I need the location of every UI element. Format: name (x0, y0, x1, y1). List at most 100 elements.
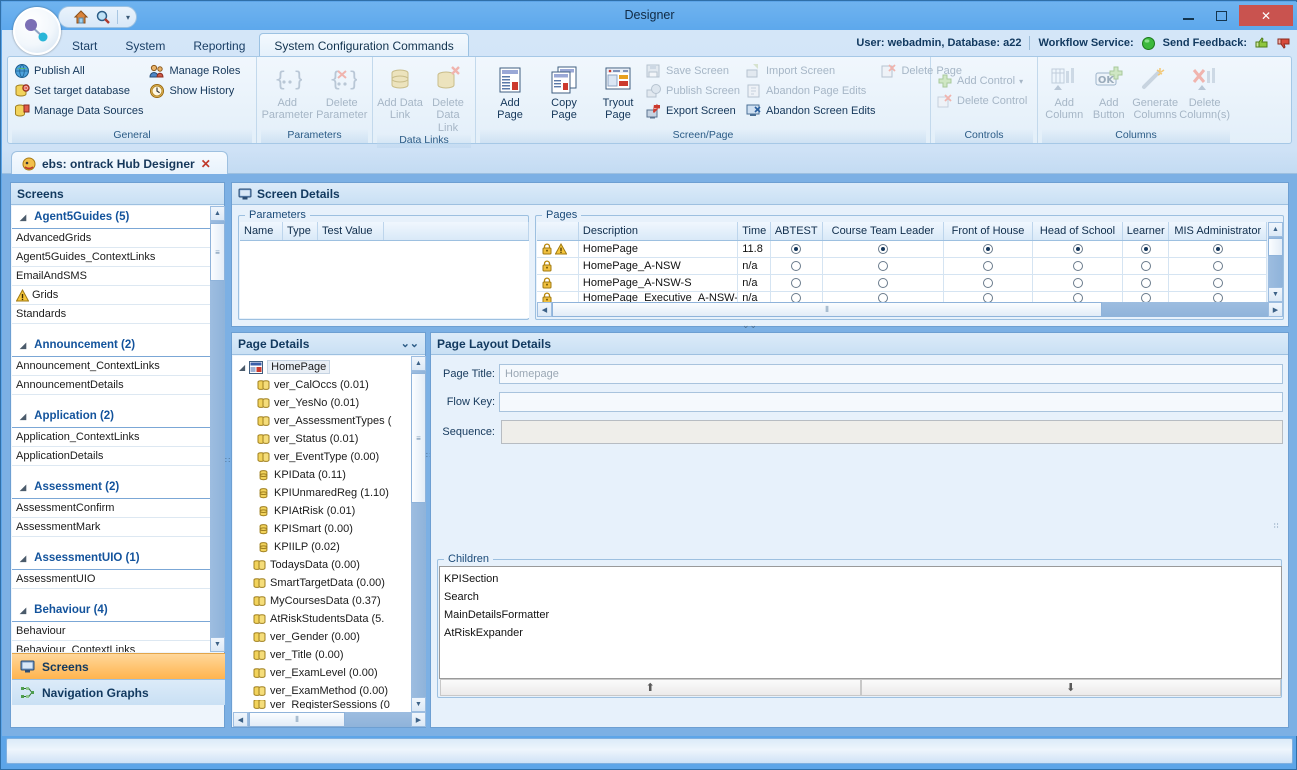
scroll-thumb[interactable]: ⦀ (249, 712, 345, 727)
tree-node-smarttargetdata[interactable]: SmartTargetData (0.00) (233, 574, 411, 592)
scroll-thumb[interactable]: ⦀ (552, 302, 1102, 317)
screens-item-assessmentuio[interactable]: AssessmentUIO (12, 570, 210, 589)
chevron-down-icon[interactable]: ▾ (1019, 77, 1023, 86)
col-abtest[interactable]: ABTEST (771, 222, 823, 240)
radio-button[interactable] (1141, 244, 1151, 254)
page-details-horizontal-scrollbar[interactable]: ◀ ⦀ ▶ (233, 712, 426, 727)
scroll-left-button[interactable]: ◀ (537, 302, 552, 317)
radio-button[interactable] (1213, 261, 1223, 271)
delete-control-button[interactable]: Delete Control (935, 91, 1033, 111)
cell-head-of-school[interactable] (1033, 292, 1123, 302)
screens-item-applicationdetails[interactable]: ApplicationDetails (12, 447, 210, 466)
screens-item-behaviour-contextlinks[interactable]: Behaviour_ContextLinks (12, 641, 210, 652)
list-item[interactable]: AtRiskExpander (444, 624, 1281, 642)
triangle-collapse-icon[interactable]: ◢ (20, 213, 26, 222)
cell-mis-administrator[interactable] (1169, 258, 1267, 275)
tree-node-ver-gender[interactable]: ver_Gender (0.00) (233, 628, 411, 646)
tree-node-ver-exammethod[interactable]: ver_ExamMethod (0.00) (233, 682, 411, 700)
chevron-double-down-icon[interactable]: ⌄⌄ (401, 337, 419, 350)
cell-course-team-leader[interactable] (823, 258, 944, 275)
cell-head-of-school[interactable] (1033, 241, 1123, 258)
page-details-vertical-scrollbar[interactable]: ▲ ≡ ▼ (411, 356, 426, 712)
table-row[interactable]: HomePage 11.8 (537, 241, 1267, 258)
cell-mis-administrator[interactable] (1169, 275, 1267, 292)
cell-mis-administrator[interactable] (1169, 292, 1267, 302)
cell-front-of-house[interactable] (944, 292, 1033, 302)
screens-group-application[interactable]: ◢ Application (2) (12, 405, 210, 428)
radio-button[interactable] (1073, 244, 1083, 254)
sidebar-item-screens[interactable]: Screens (12, 653, 225, 679)
list-item[interactable]: Search (444, 588, 1281, 606)
col-course-team-leader[interactable]: Course Team Leader (823, 222, 944, 240)
tree-node-kpiunmaredreg[interactable]: KPIUnmaredReg (1.10) (233, 484, 411, 502)
tree-node-ver-assessmenttypes[interactable]: ver_AssessmentTypes ( (233, 412, 411, 430)
tree-node-homepage[interactable]: ◢ HomePage (233, 358, 411, 376)
add-button-button[interactable]: OK Add Button (1087, 61, 1132, 122)
chevron-down-icon[interactable]: ▾ (126, 13, 130, 22)
radio-button[interactable] (1141, 278, 1151, 288)
screens-item-emailandsms[interactable]: EmailAndSMS (12, 267, 210, 286)
radio-button[interactable] (878, 278, 888, 288)
pages-vertical-scrollbar[interactable]: ▲ ▼ (1268, 222, 1283, 302)
radio-button[interactable] (1073, 261, 1083, 271)
tree-node-kpismart[interactable]: KPISmart (0.00) (233, 520, 411, 538)
col-test-value[interactable]: Test Value (318, 222, 384, 240)
delete-data-link-button[interactable]: Delete Data Link (425, 61, 471, 134)
list-item[interactable]: KPISection (444, 570, 1281, 588)
manage-roles-button[interactable]: Manage Roles (147, 61, 252, 81)
export-screen-button[interactable]: Export Screen (644, 101, 744, 121)
screens-vertical-scrollbar[interactable]: ▲ ≡ ▼ (210, 206, 225, 652)
scroll-thumb[interactable]: ≡ (210, 223, 225, 281)
cell-front-of-house[interactable] (944, 275, 1033, 292)
tree-node-ver-status[interactable]: ver_Status (0.01) (233, 430, 411, 448)
cell-learner[interactable] (1123, 241, 1169, 258)
table-row[interactable]: HomePage_Executive_A-NSW-S n/a (537, 292, 1267, 302)
app-orb-button[interactable] (13, 7, 61, 55)
triangle-collapse-icon[interactable]: ◢ (20, 341, 26, 350)
show-history-button[interactable]: Show History (147, 81, 252, 101)
panel-resize-handle[interactable]: ∷ (1274, 525, 1278, 528)
scroll-down-button[interactable]: ▼ (411, 697, 426, 712)
radio-button[interactable] (1213, 278, 1223, 288)
close-button[interactable]: ✕ (1239, 5, 1293, 26)
tab-system[interactable]: System (111, 34, 179, 58)
move-down-button[interactable]: ⬇ (861, 679, 1282, 696)
col-time[interactable]: Time (738, 222, 770, 240)
col-type[interactable]: Type (283, 222, 318, 240)
scroll-down-button[interactable]: ▼ (210, 637, 225, 652)
table-row[interactable]: HomePage_A-NSW-S n/a (537, 275, 1267, 292)
manage-data-sources-button[interactable]: Manage Data Sources (12, 101, 147, 121)
tree-node-atriskstudentsdata[interactable]: AtRiskStudentsData (5. (233, 610, 411, 628)
pages-horizontal-scrollbar[interactable]: ◀ ⦀ ▶ (537, 302, 1283, 317)
list-item[interactable]: MainDetailsFormatter (444, 606, 1281, 624)
cell-head-of-school[interactable] (1033, 258, 1123, 275)
pages-grid[interactable]: Description Time ABTEST Course Team Lead… (537, 222, 1267, 302)
scroll-up-button[interactable]: ▲ (210, 206, 225, 221)
close-icon[interactable]: ✕ (201, 157, 211, 171)
publish-screen-button[interactable]: Publish Screen (644, 81, 744, 101)
home-icon[interactable] (73, 9, 89, 25)
sequence-input[interactable] (501, 420, 1283, 444)
cell-abtest[interactable] (771, 258, 823, 275)
radio-button[interactable] (983, 261, 993, 271)
cell-front-of-house[interactable] (944, 241, 1033, 258)
generate-columns-button[interactable]: Generate Columns (1131, 61, 1179, 122)
screens-item-advancedgrids[interactable]: AdvancedGrids (12, 229, 210, 248)
col-description[interactable]: Description (579, 222, 738, 240)
col-learner[interactable]: Learner (1123, 222, 1169, 240)
delete-columns-button[interactable]: Delete Column(s) (1179, 61, 1230, 122)
screens-group-assessmentuio[interactable]: ◢ AssessmentUIO (1) (12, 547, 210, 570)
triangle-collapse-icon[interactable]: ◢ (20, 606, 26, 615)
col-head-of-school[interactable]: Head of School (1033, 222, 1123, 240)
tryout-page-button[interactable]: Tryout Page (592, 61, 644, 122)
add-page-button[interactable]: Add Page (484, 61, 536, 122)
screens-item-agent5guides-contextlinks[interactable]: Agent5Guides_ContextLinks (12, 248, 210, 267)
tree-node-ver-title[interactable]: ver_Title (0.00) (233, 646, 411, 664)
screens-item-announcement-contextlinks[interactable]: Announcement_ContextLinks (12, 357, 210, 376)
maximize-button[interactable] (1206, 5, 1237, 26)
radio-button[interactable] (791, 278, 801, 288)
tree-node-kpiatrisk[interactable]: KPIAtRisk (0.01) (233, 502, 411, 520)
tab-start[interactable]: Start (58, 34, 111, 58)
cell-head-of-school[interactable] (1033, 275, 1123, 292)
abandon-screen-edits-button[interactable]: Abandon Screen Edits (744, 101, 879, 121)
